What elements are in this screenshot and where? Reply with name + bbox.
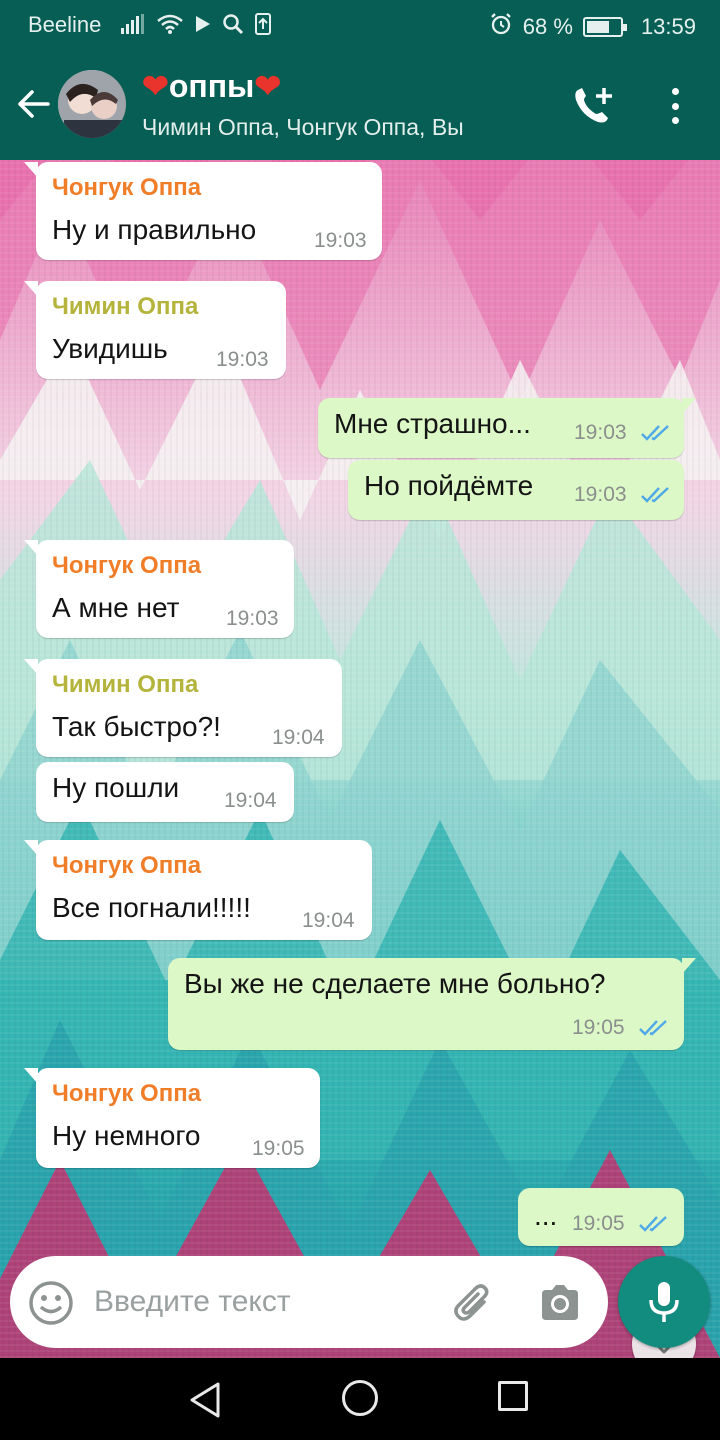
voice-record-button[interactable]: [618, 1256, 710, 1348]
dot-icon: [671, 117, 679, 124]
carrier-name: Beeline: [28, 12, 102, 37]
outgoing-message[interactable]: Но пойдёмте 19:03: [348, 460, 684, 520]
read-receipt-icon: [640, 423, 672, 443]
bubble-tail: [24, 162, 38, 178]
message-text: Ну пошли: [52, 772, 180, 803]
message-sender[interactable]: Чонгук Оппа: [52, 852, 201, 880]
home-icon[interactable]: [342, 1380, 378, 1416]
incoming-message[interactable]: Ну пошли 19:04: [36, 762, 294, 822]
back-button[interactable]: [12, 82, 56, 126]
attach-button[interactable]: [450, 1280, 496, 1326]
dot-icon: [671, 88, 679, 95]
microphone-icon: [649, 1282, 679, 1322]
message-text: ...: [534, 1200, 558, 1231]
dot-icon: [671, 102, 679, 110]
incoming-message[interactable]: Чимин Оппа Увидишь 19:03: [24, 281, 286, 379]
outgoing-message[interactable]: ... 19:05: [518, 1188, 684, 1246]
camera-icon: [542, 1285, 578, 1320]
arrow-left-icon: [18, 90, 50, 118]
chat-header: ❤оппы❤ Чимин Оппа, Чонгук Оппа, Вы: [0, 48, 720, 160]
more-options-button[interactable]: [660, 84, 690, 128]
system-nav-bar: [0, 1358, 720, 1440]
message-text: Вы же не сделаете мне больно?: [184, 968, 606, 999]
camera-button[interactable]: [538, 1282, 582, 1324]
message-text: Так быстро?!: [52, 711, 221, 742]
message-text: Увидишь: [52, 333, 168, 364]
read-receipt-icon: [638, 1214, 670, 1234]
message-text: Мне страшно...: [334, 408, 531, 439]
heart-icon: ❤: [254, 68, 282, 104]
back-icon[interactable]: [186, 1380, 226, 1420]
bubble-tail: [682, 398, 696, 414]
clock: 13:59: [640, 14, 696, 39]
chat-title-text: оппы: [168, 68, 255, 104]
play-icon: [194, 14, 212, 34]
search-icon: [222, 13, 244, 35]
message-time: 19:04: [302, 909, 355, 932]
message-time: 19:03: [216, 348, 269, 371]
incoming-message[interactable]: Чонгук Оппа Ну и правильно 19:03: [24, 162, 382, 260]
message-text: А мне нет: [52, 592, 180, 623]
chat-participants[interactable]: Чимин Оппа, Чонгук Оппа, Вы: [142, 114, 464, 141]
message-time: 19:04: [272, 726, 325, 749]
status-bar: Beeline 68 % 13:59: [0, 0, 720, 48]
bubble-tail: [682, 958, 696, 974]
bubble-tail: [24, 281, 38, 297]
message-text: Ну и правильно: [52, 214, 257, 245]
message-text: Все погнали!!!!!: [52, 892, 251, 923]
incoming-message[interactable]: Чонгук Оппа А мне нет 19:03: [24, 540, 294, 638]
smiley-icon: [29, 1281, 73, 1325]
message-time: 19:03: [314, 229, 367, 252]
recent-apps-icon[interactable]: [498, 1381, 528, 1411]
message-time: 19:05: [572, 1016, 625, 1039]
message-time: 19:05: [572, 1212, 625, 1235]
incoming-message[interactable]: Чонгук Оппа Все погнали!!!!! 19:04: [24, 840, 372, 940]
group-avatar[interactable]: [58, 70, 126, 138]
message-sender[interactable]: Чонгук Оппа: [52, 552, 201, 580]
message-sender[interactable]: Чимин Оппа: [52, 671, 198, 699]
signal-icon: [120, 13, 146, 35]
message-composer: [10, 1256, 608, 1348]
read-receipt-icon: [640, 485, 672, 505]
message-sender[interactable]: Чонгук Оппа: [52, 1080, 201, 1108]
message-text: Но пойдёмте: [364, 470, 534, 501]
heart-icon: ❤: [142, 68, 169, 104]
message-sender[interactable]: Чимин Оппа: [52, 293, 198, 321]
alarm-icon: [489, 12, 513, 42]
battery-icon: [582, 17, 627, 37]
bubble-tail: [24, 1068, 38, 1084]
incoming-message[interactable]: Чонгук Оппа Ну немного 19:05: [24, 1068, 320, 1168]
paperclip-icon: [454, 1284, 489, 1321]
download-icon: [254, 12, 272, 36]
message-time: 19:04: [224, 789, 277, 812]
incoming-message[interactable]: Чимин Оппа Так быстро?! 19:04: [24, 659, 342, 757]
bubble-tail: [24, 840, 38, 856]
battery-percent: 68 %: [522, 14, 573, 39]
bubble-tail: [24, 659, 38, 675]
outgoing-message[interactable]: Вы же не сделаете мне больно? 19:05: [168, 958, 696, 1050]
message-time: 19:03: [226, 607, 279, 630]
phone-plus-icon: [575, 88, 612, 123]
chat-title[interactable]: ❤оппы❤: [142, 66, 281, 106]
message-time: 19:03: [574, 483, 627, 506]
add-call-button[interactable]: [570, 84, 618, 128]
emoji-button[interactable]: [28, 1280, 74, 1326]
message-text: Ну немного: [52, 1120, 201, 1151]
bubble-tail: [24, 540, 38, 556]
message-input[interactable]: [94, 1276, 444, 1328]
outgoing-message[interactable]: Мне страшно... 19:03: [318, 398, 696, 458]
message-time: 19:05: [252, 1137, 305, 1160]
message-time: 19:03: [574, 421, 627, 444]
wifi-icon: [156, 13, 184, 35]
chat-area[interactable]: Чонгук Оппа Ну и правильно 19:03 Чимин Оппа…: [0, 160, 720, 1358]
message-sender[interactable]: Чонгук Оппа: [52, 174, 201, 202]
read-receipt-icon: [638, 1018, 670, 1038]
